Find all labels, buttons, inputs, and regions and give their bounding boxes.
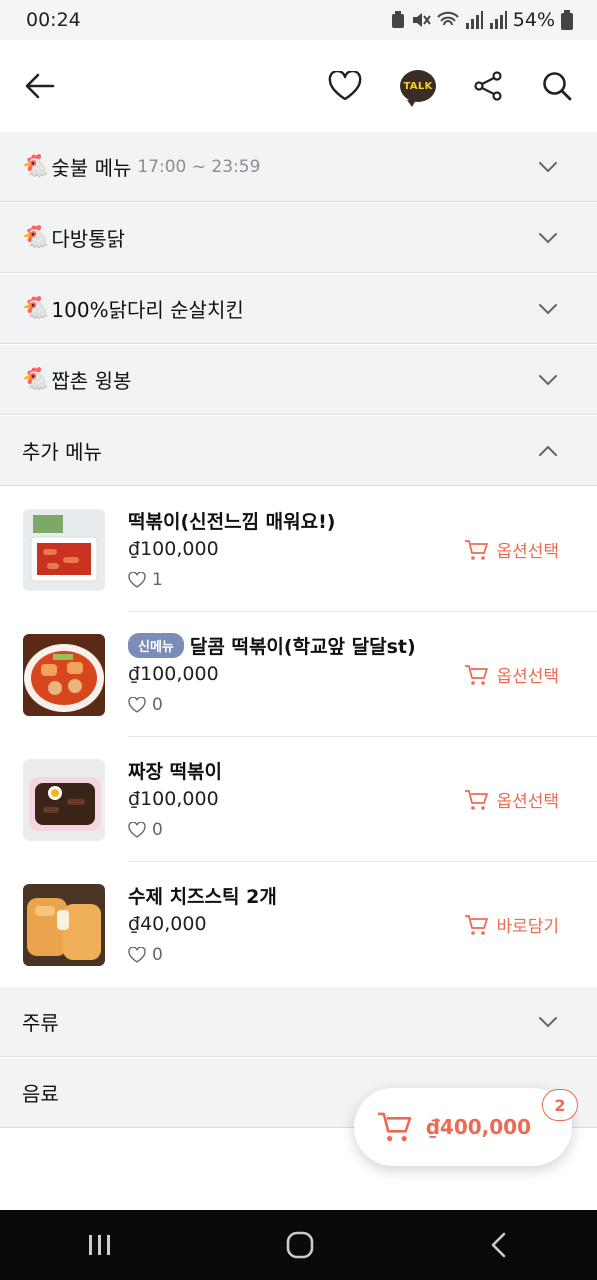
chevron-down-icon	[539, 162, 557, 173]
jjajang-tteokbokki-photo	[23, 759, 105, 841]
category-title: 100%닭다리 순살치킨	[51, 298, 244, 322]
menu-item[interactable]: 수제 치즈스틱 2개 ₫40,000 0 바로담기	[0, 862, 597, 987]
category-title: 다방통닭	[51, 227, 126, 251]
search-icon	[543, 72, 572, 101]
cart-icon	[378, 1112, 412, 1142]
notification-icon	[391, 11, 404, 28]
action-label: 바로담기	[496, 917, 559, 937]
home-icon[interactable]	[285, 1230, 315, 1260]
status-bar: 00:24 54%	[0, 0, 597, 40]
menu-item[interactable]: 떡볶이(신전느낌 매워요!) ₫100,000 1 옵션선택	[0, 487, 597, 612]
share-icon	[474, 71, 502, 101]
category-title: 숯불 메뉴	[51, 156, 132, 180]
like-count: 1	[152, 570, 163, 590]
select-options-button[interactable]: 옵션선택	[464, 787, 559, 812]
status-time: 00:24	[26, 9, 81, 31]
item-price: ₫40,000	[128, 913, 207, 935]
like-count: 0	[152, 820, 163, 840]
item-name: 수제 치즈스틱 2개	[128, 882, 277, 909]
item-name: 짜장 떡볶이	[128, 757, 222, 784]
mute-icon	[412, 13, 431, 27]
top-app-bar: TALK	[0, 40, 597, 132]
item-price: ₫100,000	[128, 663, 219, 685]
heart-outline-icon	[128, 947, 146, 963]
heart-outline-icon	[128, 572, 146, 588]
category-title: 주류	[22, 1011, 59, 1035]
cart-icon	[465, 539, 489, 560]
favorite-button[interactable]	[317, 58, 373, 114]
item-likes[interactable]: 0	[128, 695, 163, 715]
chicken-icon: 🐔	[22, 225, 50, 250]
wifi-icon	[437, 11, 459, 26]
new-menu-badge: 신메뉴	[128, 633, 184, 658]
signal-icon-2	[489, 11, 507, 29]
back-button[interactable]	[12, 58, 68, 114]
item-likes[interactable]: 0	[128, 945, 163, 965]
heart-outline-icon	[128, 822, 146, 838]
chicken-icon: 🐔	[22, 154, 50, 179]
chevron-down-icon	[539, 1017, 557, 1028]
chevron-down-icon	[539, 375, 557, 386]
item-name: 신메뉴 달콤 떡볶이(학교앞 달달st)	[128, 632, 416, 659]
action-label: 옵션선택	[496, 542, 559, 562]
system-navigation-bar	[0, 1210, 597, 1280]
cart-icon	[465, 664, 489, 685]
item-name-text: 떡볶이(신전느낌 매워요!)	[128, 511, 336, 533]
action-label: 옵션선택	[496, 667, 559, 687]
kakaotalk-button[interactable]: TALK	[390, 58, 446, 114]
category-dabang-tongdak[interactable]: 🐔 다방통닭	[0, 203, 597, 273]
share-button[interactable]	[460, 58, 516, 114]
category-wing-bong[interactable]: 🐔 짭촌 윙봉	[0, 345, 597, 415]
action-label: 옵션선택	[496, 792, 559, 812]
chicken-icon: 🐔	[22, 367, 50, 392]
item-price: ₫100,000	[128, 538, 219, 560]
item-price: ₫100,000	[128, 788, 219, 810]
chevron-down-icon	[539, 233, 557, 244]
category-title: 짭촌 윙봉	[51, 369, 132, 393]
status-icons: 54%	[391, 9, 573, 31]
kakaotalk-icon: TALK	[400, 70, 436, 107]
sweet-tteokbokki-photo	[23, 634, 105, 716]
item-name-text: 수제 치즈스틱 2개	[128, 886, 277, 908]
item-name-text: 달콤 떡볶이(학교앞 달달st)	[189, 636, 416, 658]
chevron-down-icon	[539, 304, 557, 315]
battery-text: 54%	[512, 9, 555, 31]
recent-apps-icon[interactable]	[86, 1232, 114, 1258]
heart-icon	[328, 71, 362, 101]
search-button[interactable]	[529, 58, 585, 114]
chicken-icon: 🐔	[22, 296, 50, 321]
select-options-button[interactable]: 옵션선택	[464, 537, 559, 562]
heart-outline-icon	[128, 697, 146, 713]
category-title: 음료	[22, 1082, 59, 1106]
item-name: 떡볶이(신전느낌 매워요!)	[128, 507, 335, 534]
cart-count-badge: 2	[542, 1089, 578, 1121]
tteokbokki-photo	[23, 509, 105, 591]
add-to-cart-button[interactable]: 바로담기	[464, 912, 559, 937]
item-likes[interactable]: 0	[128, 820, 163, 840]
category-boneless-chicken[interactable]: 🐔 100%닭다리 순살치킨	[0, 274, 597, 344]
menu-item[interactable]: 짜장 떡볶이 ₫100,000 0 옵션선택	[0, 737, 597, 862]
signal-icon	[465, 11, 483, 29]
cart-icon	[465, 914, 489, 935]
cheese-stick-photo	[23, 884, 105, 966]
back-arrow-icon	[25, 73, 55, 99]
item-likes[interactable]: 1	[128, 570, 163, 590]
cart-total: ₫400,000	[426, 1115, 532, 1139]
floating-cart-button[interactable]: ₫400,000	[354, 1088, 572, 1166]
category-extra-menu[interactable]: 추가 메뉴	[0, 416, 597, 486]
menu-item[interactable]: 신메뉴 달콤 떡볶이(학교앞 달달st) ₫100,000 0 옵션선택	[0, 612, 597, 737]
like-count: 0	[152, 945, 163, 965]
back-nav-icon[interactable]	[487, 1231, 511, 1259]
item-name-text: 짜장 떡볶이	[128, 761, 223, 783]
category-sutbul-menu[interactable]: 🐔 숯불 메뉴 17:00 ~ 23:59	[0, 132, 597, 202]
like-count: 0	[152, 695, 163, 715]
battery-icon	[561, 10, 573, 30]
select-options-button[interactable]: 옵션선택	[464, 662, 559, 687]
cart-icon	[465, 789, 489, 810]
category-alcohol[interactable]: 주류	[0, 987, 597, 1057]
chevron-up-icon	[539, 445, 557, 456]
category-title: 추가 메뉴	[22, 440, 102, 464]
category-hours: 17:00 ~ 23:59	[137, 156, 261, 177]
